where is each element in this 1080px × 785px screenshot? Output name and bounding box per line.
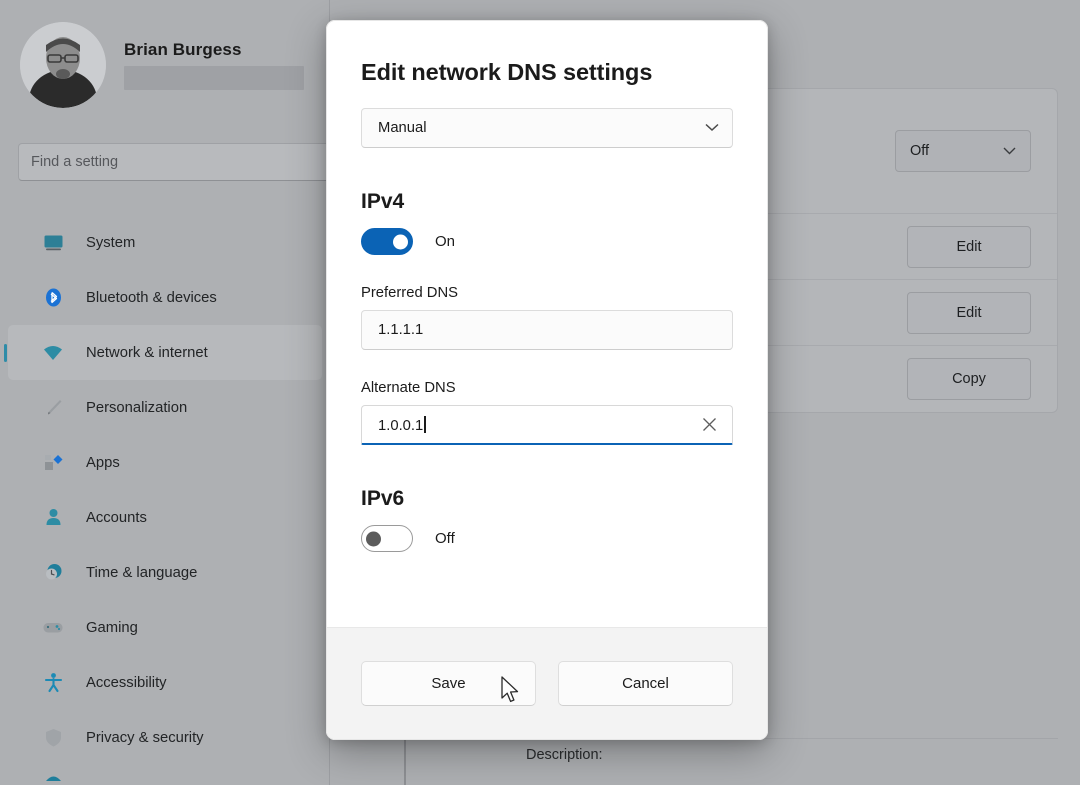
sidebar-item-personalization[interactable]: Personalization	[8, 380, 322, 435]
preferred-dns-value: 1.1.1.1	[378, 322, 424, 338]
clock-icon	[42, 562, 64, 584]
sidebar-item-label: Personalization	[86, 399, 188, 416]
alternate-dns-value: 1.0.0.1	[378, 417, 424, 434]
user-profile[interactable]: Brian Burgess	[20, 22, 304, 108]
sidebar-item-label: System	[86, 234, 136, 251]
gamepad-icon	[42, 617, 64, 639]
avatar	[20, 22, 106, 108]
ipv6-toggle[interactable]	[361, 525, 413, 552]
ipv6-heading: IPv6	[361, 487, 405, 510]
edit-ip-assignment-button[interactable]: Edit	[907, 225, 1031, 268]
toggle-knob	[366, 531, 381, 546]
sidebar-item-time-language[interactable]: Time & language	[8, 545, 322, 600]
sidebar-item-label: Privacy & security	[86, 729, 204, 746]
bluetooth-icon	[42, 287, 64, 309]
brush-icon	[42, 397, 64, 419]
chevron-down-icon	[1003, 143, 1016, 159]
ipv6-toggle-row: Off	[361, 525, 733, 552]
toggle-knob	[393, 234, 408, 249]
monitor-icon	[42, 232, 64, 254]
chevron-down-icon	[705, 120, 719, 136]
edit-dns-assignment-button[interactable]: Edit	[907, 291, 1031, 334]
save-button[interactable]: Save	[361, 661, 536, 706]
preferred-dns-input[interactable]: 1.1.1.1	[361, 310, 733, 350]
ipv4-heading: IPv4	[361, 190, 405, 213]
preferred-dns-label: Preferred DNS	[361, 285, 459, 301]
sidebar-item-system[interactable]: System	[8, 215, 322, 270]
alternate-dns-input[interactable]: 1.0.0.1	[361, 405, 733, 445]
copy-properties-button[interactable]: Copy	[907, 358, 1031, 400]
dns-mode-value: Manual	[378, 120, 427, 136]
update-icon	[42, 764, 64, 785]
edit-dns-settings-dialog: Edit network DNS settings Manual IPv4 On…	[326, 20, 768, 740]
random-hardware-addresses-dropdown[interactable]: Off	[895, 130, 1031, 172]
ipv4-toggle-row: On	[361, 228, 733, 255]
ipv4-toggle-label: On	[435, 233, 456, 250]
text-caret	[424, 415, 426, 433]
profile-name: Brian Burgess	[124, 40, 242, 59]
settings-window: Brian Burgess Find a setting System Blue…	[0, 0, 1080, 785]
person-icon	[42, 507, 64, 529]
alternate-dns-label: Alternate DNS	[361, 380, 456, 396]
dropdown-value: Off	[910, 143, 930, 159]
sidebar-item-privacy-security[interactable]: Privacy & security	[8, 710, 322, 765]
sidebar-item-accounts[interactable]: Accounts	[8, 490, 322, 545]
search-input[interactable]: Find a setting	[18, 143, 330, 181]
sidebar-item-label: Time & language	[86, 564, 198, 581]
alternate-dns-value-wrap: 1.0.0.1	[378, 415, 698, 434]
wifi-icon	[42, 342, 64, 364]
sidebar-item-label: Accessibility	[86, 674, 167, 691]
sidebar-item-label: Apps	[86, 454, 120, 471]
sidebar-nav: System Bluetooth & devices Network & int…	[0, 215, 330, 785]
ipv4-toggle[interactable]	[361, 228, 413, 255]
dialog-footer: Save Cancel	[327, 627, 767, 739]
apps-icon	[42, 452, 64, 474]
dialog-body: Edit network DNS settings Manual IPv4 On…	[327, 21, 767, 627]
cancel-button[interactable]: Cancel	[558, 661, 733, 706]
shield-icon	[42, 727, 64, 749]
sidebar-item-bluetooth-devices[interactable]: Bluetooth & devices	[8, 270, 322, 325]
accessibility-icon	[42, 672, 64, 694]
dns-mode-select[interactable]: Manual	[361, 108, 733, 148]
sidebar-item-accessibility[interactable]: Accessibility	[8, 655, 322, 710]
description-label: Description:	[526, 747, 603, 763]
sidebar-item-label: Bluetooth & devices	[86, 289, 217, 306]
clear-icon[interactable]	[698, 414, 720, 436]
sidebar-item-label: Gaming	[86, 619, 138, 636]
sidebar-item-windows-update[interactable]	[8, 765, 322, 785]
sidebar-item-label: Accounts	[86, 509, 147, 526]
ipv6-toggle-label: Off	[435, 530, 455, 547]
search-placeholder: Find a setting	[31, 154, 119, 170]
sidebar-item-label: Network & internet	[86, 344, 208, 361]
dialog-title: Edit network DNS settings	[361, 59, 653, 85]
sidebar-item-gaming[interactable]: Gaming	[8, 600, 322, 655]
sidebar: Brian Burgess Find a setting System Blue…	[0, 0, 330, 785]
profile-email-redacted	[124, 66, 304, 90]
sidebar-item-network-internet[interactable]: Network & internet	[8, 325, 322, 380]
sidebar-item-apps[interactable]: Apps	[8, 435, 322, 490]
